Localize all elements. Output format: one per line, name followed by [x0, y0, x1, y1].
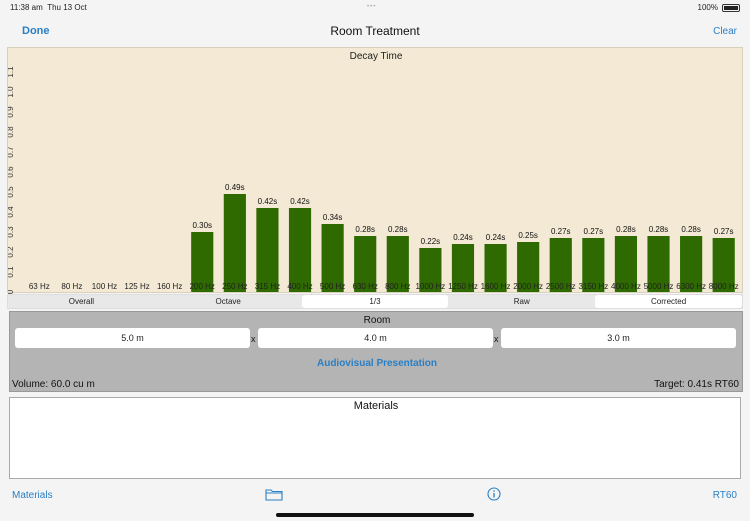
target-rt60: Target: 0.41s RT60	[654, 379, 739, 390]
dimension-separator: x	[251, 334, 256, 344]
segment-third-octave[interactable]: 1/3	[301, 295, 449, 308]
room-preset-button[interactable]: Audiovisual Presentation	[10, 358, 744, 369]
x-tick-label: 800 Hz	[385, 282, 410, 291]
x-tick-label: 1600 Hz	[481, 282, 511, 291]
y-tick-label: 0.8	[8, 126, 15, 138]
room-volume: Volume: 60.0 cu m	[12, 379, 95, 390]
bar	[288, 208, 312, 292]
x-tick-label: 2500 Hz	[546, 282, 576, 291]
room-height-field[interactable]: 3.0 m	[501, 328, 736, 348]
room-title: Room	[363, 315, 391, 326]
x-tick-label: 160 Hz	[157, 282, 182, 291]
battery-icon	[722, 3, 740, 12]
x-tick-label: 1000 Hz	[415, 282, 445, 291]
info-icon[interactable]	[487, 487, 501, 501]
status-time: 11:38 am Thu 13 Oct	[10, 3, 87, 12]
x-tick-label: 5000 Hz	[644, 282, 674, 291]
x-tick-label: 1250 Hz	[448, 282, 478, 291]
materials-button[interactable]: Materials	[12, 490, 53, 501]
bar-value-label: 0.34s	[323, 213, 343, 222]
multitask-dots-icon: •••	[367, 4, 377, 10]
bottom-toolbar: Materials RT60	[0, 482, 750, 521]
bar-value-label: 0.24s	[453, 233, 473, 242]
status-bar: 11:38 am Thu 13 Oct ••• 100%	[0, 0, 750, 14]
x-tick-label: 4000 Hz	[611, 282, 641, 291]
folder-icon[interactable]	[265, 488, 283, 501]
y-tick-label: 0.6	[8, 166, 15, 178]
x-tick-label: 400 Hz	[287, 282, 312, 291]
materials-title: Materials	[353, 400, 399, 412]
bar-value-label: 0.42s	[258, 197, 278, 206]
nav-bar: Done Room Treatment Clear	[0, 14, 750, 48]
room-length-field[interactable]: 4.0 m	[258, 328, 493, 348]
bar-value-label: 0.28s	[616, 225, 636, 234]
bar-value-label: 0.42s	[290, 197, 310, 206]
bar-value-label: 0.22s	[421, 237, 441, 246]
bar	[223, 194, 246, 292]
dimension-separator: x	[494, 334, 499, 344]
home-indicator	[276, 513, 474, 517]
room-width-field[interactable]: 5.0 m	[15, 328, 250, 348]
y-tick-label: 0.1	[8, 266, 15, 278]
materials-panel: Materials	[9, 397, 741, 479]
segment-octave[interactable]: Octave	[155, 295, 302, 308]
x-tick-label: 2000 Hz	[513, 282, 543, 291]
x-tick-label: 200 Hz	[190, 282, 215, 291]
x-tick-label: 125 Hz	[124, 282, 149, 291]
x-tick-label: 3150 Hz	[578, 282, 608, 291]
bar-value-label: 0.25s	[518, 231, 538, 240]
x-tick-label: 500 Hz	[320, 282, 345, 291]
bar-value-label: 0.30s	[192, 221, 212, 230]
battery-status: 100%	[698, 3, 740, 12]
bar-value-label: 0.27s	[584, 227, 604, 236]
chart-svg: 00.10.20.30.40.50.60.70.80.91.01.163 Hz8…	[8, 66, 739, 294]
decay-time-chart: Decay Time 00.10.20.30.40.50.60.70.80.91…	[7, 47, 743, 294]
x-tick-label: 8000 Hz	[709, 282, 739, 291]
rt60-button[interactable]: RT60	[713, 490, 737, 501]
segment-raw[interactable]: Raw	[448, 295, 595, 308]
y-tick-label: 0.3	[8, 226, 15, 238]
bar-value-label: 0.28s	[681, 225, 701, 234]
bar-value-label: 0.28s	[388, 225, 408, 234]
room-panel: Room 5.0 m x 4.0 m x 3.0 m Audiovisual P…	[9, 311, 743, 392]
bar-value-label: 0.49s	[225, 183, 245, 192]
bar-value-label: 0.28s	[649, 225, 669, 234]
x-tick-label: 250 Hz	[222, 282, 247, 291]
x-tick-label: 80 Hz	[61, 282, 82, 291]
x-tick-label: 63 Hz	[29, 282, 50, 291]
y-tick-label: 0.9	[8, 106, 15, 118]
bar-value-label: 0.27s	[551, 227, 571, 236]
y-tick-label: 0.5	[8, 186, 15, 198]
x-tick-label: 630 Hz	[353, 282, 378, 291]
y-tick-label: 1.0	[8, 86, 15, 98]
y-tick-label: 0.7	[8, 146, 15, 158]
x-tick-label: 100 Hz	[92, 282, 117, 291]
page-title: Room Treatment	[330, 24, 420, 38]
x-tick-label: 6300 Hz	[676, 282, 706, 291]
segment-corrected[interactable]: Corrected	[595, 295, 742, 308]
bar-value-label: 0.27s	[714, 227, 734, 236]
segment-overall[interactable]: Overall	[8, 295, 155, 308]
view-segmented-control: Overall Octave 1/3 Raw Corrected	[7, 294, 743, 309]
bar	[256, 208, 279, 292]
bar-value-label: 0.24s	[486, 233, 506, 242]
clear-button[interactable]: Clear	[713, 26, 737, 37]
y-tick-label: 0.2	[8, 246, 15, 258]
x-tick-label: 315 Hz	[255, 282, 280, 291]
bar-value-label: 0.28s	[355, 225, 375, 234]
y-tick-label: 1.1	[8, 66, 15, 78]
y-tick-label: 0.4	[8, 206, 15, 218]
